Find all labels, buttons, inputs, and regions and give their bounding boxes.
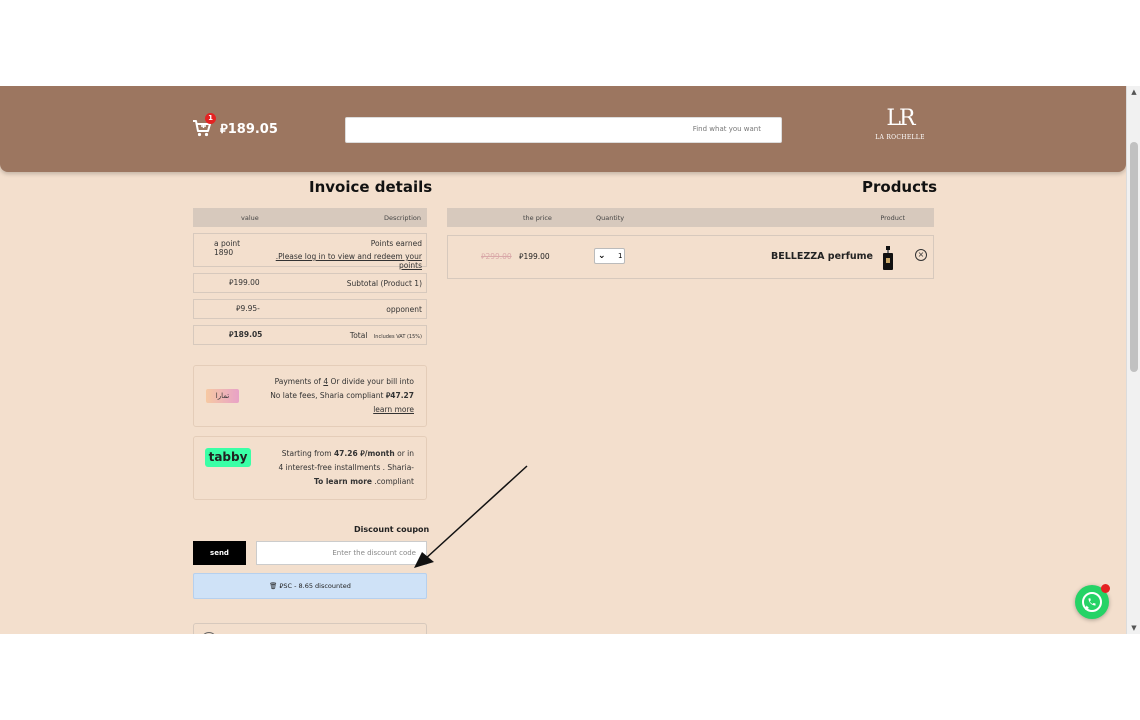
applied-coupon-text: ⃁SC - 8.65 discounted — [279, 582, 351, 590]
scroll-down-icon[interactable]: ▼ — [1130, 624, 1138, 632]
products-section: the price Quantity Product ⃁299.00 ⃁199.… — [447, 208, 934, 279]
col-product: Product — [880, 214, 905, 222]
option-radio[interactable] — [201, 632, 217, 634]
whatsapp-button[interactable] — [1075, 584, 1110, 619]
tabby-line1-post: or in — [394, 449, 414, 458]
site-header: 1 ⃁189.05 Find what you want LR LA ROCHE… — [0, 86, 1126, 172]
tabby-amount: 47.26 ⃁/month — [333, 449, 395, 458]
tamara-panel: تمارا Payments of 4 Or divide your bill … — [193, 365, 427, 427]
search-input[interactable]: Find what you want — [345, 117, 782, 143]
points-label: Points earned — [370, 239, 422, 248]
tabby-logo: tabby — [205, 448, 251, 467]
applied-coupon: 🗑 ⃁SC - 8.65 discounted — [193, 573, 427, 599]
login-redeem-link[interactable]: .Please log in to view and redeem your p… — [259, 252, 422, 270]
total-label: Total — [349, 330, 368, 340]
invoice-title: Invoice details — [309, 178, 433, 196]
tamara-logo: تمارا — [206, 389, 239, 403]
tamara-line1-pre: Payments of — [274, 377, 324, 386]
additional-option-panel — [193, 623, 427, 634]
whatsapp-notification-dot — [1101, 584, 1110, 593]
col-price: the price — [523, 214, 552, 222]
total-vat-note: Includes VAT (15%) — [373, 333, 422, 340]
col-value: value — [241, 213, 259, 222]
cart-icon[interactable]: 1 — [192, 113, 216, 138]
col-description: Description — [383, 213, 421, 222]
quantity-select[interactable]: ⌄ 1 — [594, 248, 625, 264]
annotation-arrow-icon — [414, 465, 528, 568]
subtotal-value: ⃁199.00 — [229, 278, 260, 287]
opponent-label: opponent — [386, 304, 422, 314]
remove-item-icon[interactable]: × — [915, 249, 927, 261]
search-placeholder: Find what you want — [692, 125, 761, 133]
vertical-scrollbar[interactable]: ▲ ▼ — [1126, 86, 1140, 634]
scroll-up-icon[interactable]: ▲ — [1130, 88, 1138, 96]
subtotal-label: Subtotal (Product 1) — [346, 278, 422, 288]
quantity-value: 1 — [618, 252, 623, 260]
opponent-row: ⃁9.95- opponent — [193, 299, 427, 319]
tamara-amount: ⃁47.27 — [385, 391, 414, 400]
logo-text: LA ROCHELLE — [875, 134, 925, 141]
remove-coupon-icon[interactable]: 🗑 — [269, 582, 277, 590]
points-value: a point 1890 — [214, 239, 241, 257]
cart-summary[interactable]: 1 ⃁189.05 — [192, 113, 278, 138]
old-price: ⃁299.00 — [481, 252, 512, 261]
product-image[interactable] — [882, 246, 894, 270]
invoice-table-header: value Description — [193, 208, 427, 227]
product-row: ⃁299.00 ⃁199.00 ⌄ 1 BELLEZZA perfume × — [447, 235, 934, 279]
send-coupon-button[interactable]: send — [193, 541, 246, 565]
tabby-panel: tabby Starting from 47.26 ⃁/month or in … — [193, 436, 427, 500]
tabby-line1-pre: Starting from — [281, 449, 334, 458]
chevron-down-icon: ⌄ — [598, 251, 606, 261]
tabby-learn-more-link[interactable]: To learn more — [314, 477, 372, 486]
coupon-placeholder: Enter the discount code — [332, 549, 416, 557]
tabby-line3-post: .compliant — [371, 477, 414, 486]
subtotal-row: ⃁199.00 Subtotal (Product 1) — [193, 273, 427, 293]
total-row: ⃁189.05 Total Includes VAT (15%) — [193, 325, 427, 345]
product-name[interactable]: BELLEZZA perfume — [771, 251, 873, 262]
tamara-line1-post: Or divide your bill into — [328, 377, 414, 386]
coupon-input[interactable]: Enter the discount code — [256, 541, 427, 565]
col-quantity: Quantity — [596, 214, 625, 222]
tamara-line2-pre: No late fees, Sharia compliant — [270, 391, 386, 400]
invoice-details: value Description a point 1890 Points ea… — [193, 208, 427, 345]
brand-logo[interactable]: LR LA ROCHELLE — [864, 104, 936, 154]
products-title: Products — [862, 178, 938, 196]
page-viewport: 1 ⃁189.05 Find what you want LR LA ROCHE… — [0, 86, 1140, 634]
points-row: a point 1890 Points earned .Please log i… — [193, 233, 427, 270]
scrollbar-thumb[interactable] — [1130, 142, 1138, 372]
products-table-header: the price Quantity Product — [447, 208, 934, 227]
total-value: ⃁189.05 — [229, 330, 263, 339]
tabby-line2: 4 interest-free installments . Sharia- — [278, 463, 414, 472]
cart-count-badge: 1 — [205, 113, 216, 124]
tamara-learn-more-link[interactable]: learn more — [270, 403, 414, 417]
cart-total: ⃁189.05 — [220, 121, 278, 137]
current-price: ⃁199.00 — [519, 252, 550, 261]
logo-monogram: LR — [886, 106, 915, 131]
opponent-value: ⃁9.95- — [236, 304, 260, 313]
